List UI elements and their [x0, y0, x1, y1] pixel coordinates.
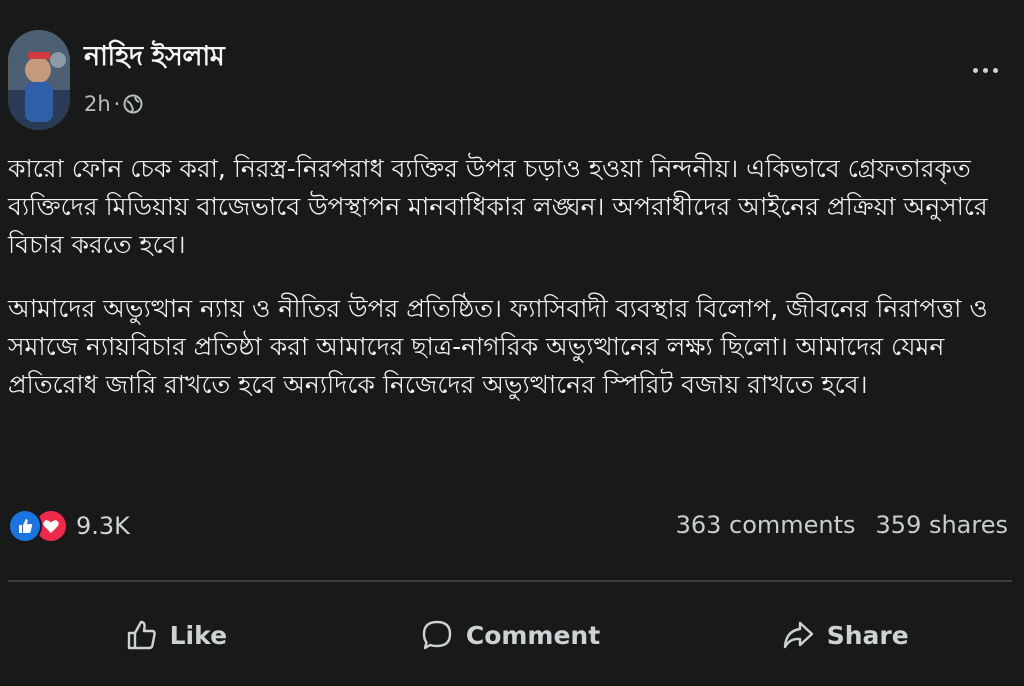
facebook-post: নাহিদ ইসলাম 2h · কারো ফোন চেক করা, নিরস্… [0, 0, 1024, 686]
avatar-image [8, 30, 70, 130]
share-button[interactable]: Share [677, 600, 1012, 670]
comment-button[interactable]: Comment [343, 600, 678, 670]
post-stats: 9.3K 363 comments 359 shares [8, 505, 1012, 551]
globe-icon[interactable] [123, 94, 143, 114]
reactions-summary[interactable]: 9.3K [8, 509, 130, 543]
shares-count[interactable]: 359 shares [876, 511, 1008, 539]
post-paragraph: আমাদের অভ্যুত্থান ন্যায় ও নীতির উপর প্র… [8, 294, 988, 399]
author-name[interactable]: নাহিদ ইসলাম [84, 36, 225, 81]
more-dot [983, 68, 988, 73]
post-paragraph: কারো ফোন চেক করা, নিরস্ত্র-নিরপরাধ ব্যক্… [8, 154, 988, 259]
post-actions: Like Comment Share [8, 600, 1012, 670]
post-header: নাহিদ ইসলাম 2h · [8, 30, 1016, 134]
share-arrow-icon [783, 621, 813, 649]
more-options-icon[interactable] [973, 68, 998, 73]
engagement-counts: 363 comments 359 shares [676, 511, 1008, 539]
post-meta: 2h · [84, 92, 143, 116]
more-dot [993, 68, 998, 73]
like-button[interactable]: Like [8, 600, 343, 670]
comment-bubble-icon [422, 620, 452, 650]
actions-divider [8, 580, 1012, 582]
thumbs-up-icon [127, 620, 156, 650]
meta-separator: · [113, 92, 121, 116]
like-icon [8, 509, 42, 543]
like-label: Like [169, 620, 228, 650]
comment-label: Comment [465, 620, 601, 650]
avatar[interactable] [8, 30, 70, 130]
share-label: Share [826, 620, 909, 650]
reaction-count: 9.3K [76, 512, 130, 540]
comments-count[interactable]: 363 comments [676, 511, 856, 539]
more-dot [973, 68, 978, 73]
post-time[interactable]: 2h [84, 92, 111, 116]
post-body: কারো ফোন চেক করা, নিরস্ত্র-নিরপরাধ ব্যক্… [8, 150, 1008, 430]
